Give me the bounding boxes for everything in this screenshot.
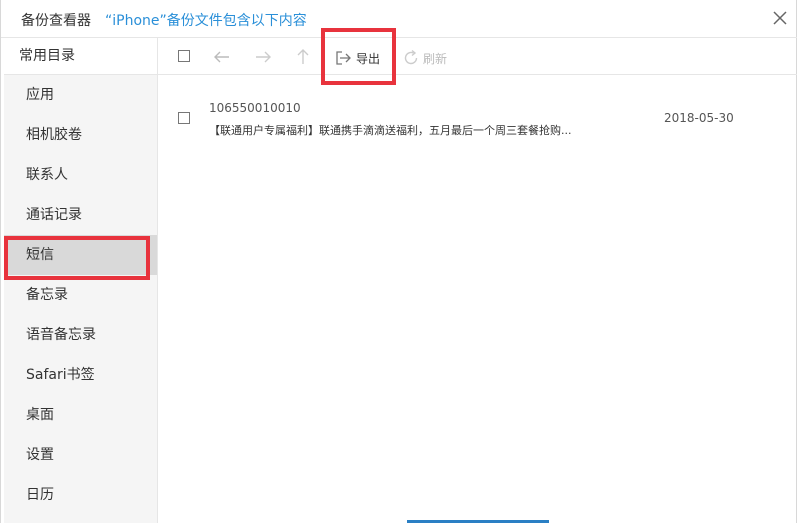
toolbar: 导出 刷新 [158, 28, 797, 85]
refresh-button[interactable]: 刷新 [402, 48, 447, 68]
select-all-checkbox[interactable] [178, 50, 190, 62]
sidebar: 常用目录 应用 相机胶卷 联系人 通话记录 短信 备忘录 语音备忘录 Safar… [4, 38, 158, 523]
refresh-icon [404, 49, 418, 65]
up-arrow-icon [297, 49, 309, 64]
message-list: 106550010010 【联通用户专属福利】联通携手滴滴送福利，五月最后一个周… [158, 76, 797, 523]
sidebar-item-voice-memos[interactable]: 语音备忘录 [4, 315, 157, 355]
sidebar-item-safari-bookmarks[interactable]: Safari书签 [4, 355, 157, 395]
title-bar: 备份查看器 “iPhone”备份文件包含以下内容 [1, 0, 797, 38]
backup-viewer-window: 备份查看器 “iPhone”备份文件包含以下内容 常用目录 应用 相机胶卷 联系… [0, 0, 797, 523]
sidebar-item-apps[interactable]: 应用 [4, 75, 157, 115]
list-item[interactable]: 106550010010 【联通用户专属福利】联通携手滴滴送福利，五月最后一个周… [158, 94, 797, 144]
message-preview: 【联通用户专属福利】联通携手滴滴送福利，五月最后一个周三套餐抢购... [209, 124, 572, 137]
sidebar-header: 常用目录 [4, 38, 157, 75]
sidebar-item-notes[interactable]: 备忘录 [4, 275, 157, 315]
app-title: 备份查看器 [21, 13, 91, 29]
sidebar-item-camera-roll[interactable]: 相机胶卷 [4, 115, 157, 155]
device-title: “iPhone”备份文件包含以下内容 [105, 13, 307, 29]
sidebar-item-desktop[interactable]: 桌面 [4, 395, 157, 435]
forward-arrow-icon [256, 51, 271, 63]
message-date: 2018-05-30 [664, 111, 734, 125]
sidebar-item-contacts[interactable]: 联系人 [4, 155, 157, 195]
sidebar-list: 应用 相机胶卷 联系人 通话记录 短信 备忘录 语音备忘录 Safari书签 桌… [4, 75, 157, 515]
refresh-label: 刷新 [423, 51, 448, 66]
back-arrow-icon [214, 51, 229, 63]
close-button[interactable] [768, 6, 792, 30]
forward-button[interactable] [253, 47, 273, 67]
message-checkbox[interactable] [178, 112, 190, 124]
back-button[interactable] [212, 47, 232, 67]
sidebar-item-call-history[interactable]: 通话记录 [4, 195, 157, 235]
message-sender: 106550010010 [209, 101, 301, 115]
up-button[interactable] [293, 47, 313, 67]
sidebar-item-settings[interactable]: 设置 [4, 435, 157, 475]
close-icon [773, 11, 787, 25]
sidebar-item-calendar[interactable]: 日历 [4, 475, 157, 515]
messages-highlight-box [4, 236, 150, 280]
